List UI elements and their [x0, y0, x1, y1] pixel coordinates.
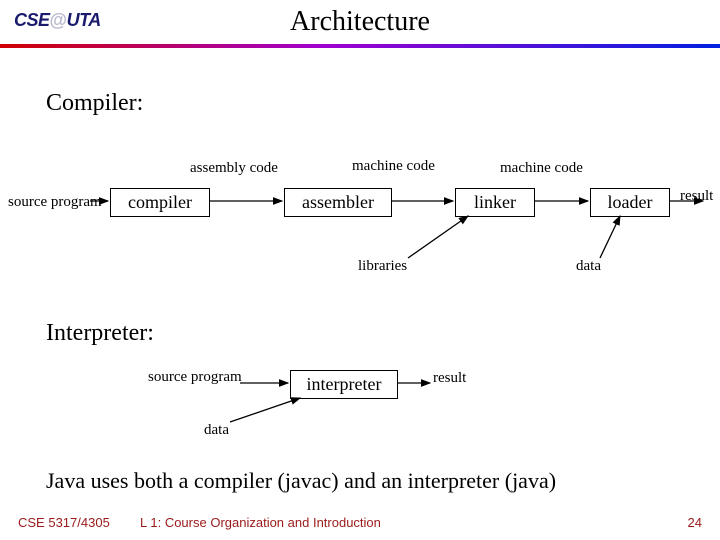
label-machine-code-2: machine code: [500, 160, 583, 177]
footer-lecture: L 1: Course Organization and Introductio…: [140, 515, 381, 530]
diagram-area: source program compiler assembly code as…: [0, 0, 720, 540]
box-assembler: assembler: [284, 188, 392, 217]
box-loader: loader: [590, 188, 670, 217]
label-libraries: libraries: [358, 258, 407, 275]
box-compiler: compiler: [110, 188, 210, 217]
box-linker: linker: [455, 188, 535, 217]
label-source-program: source program: [8, 194, 102, 211]
java-note: Java uses both a compiler (javac) and an…: [46, 468, 556, 494]
label-data-compiler: data: [576, 258, 601, 275]
box-interpreter: interpreter: [290, 370, 398, 399]
label-data-interpreter: data: [204, 422, 229, 439]
label-result-interpreter: result: [433, 370, 466, 387]
footer-page: 24: [688, 515, 702, 530]
label-assembly-code: assembly code: [190, 160, 278, 177]
label-machine-code-1: machine code: [352, 158, 435, 175]
label-source-program-2: source program: [148, 369, 242, 386]
label-result-compiler: result: [680, 188, 713, 205]
footer-course: CSE 5317/4305: [18, 515, 110, 530]
